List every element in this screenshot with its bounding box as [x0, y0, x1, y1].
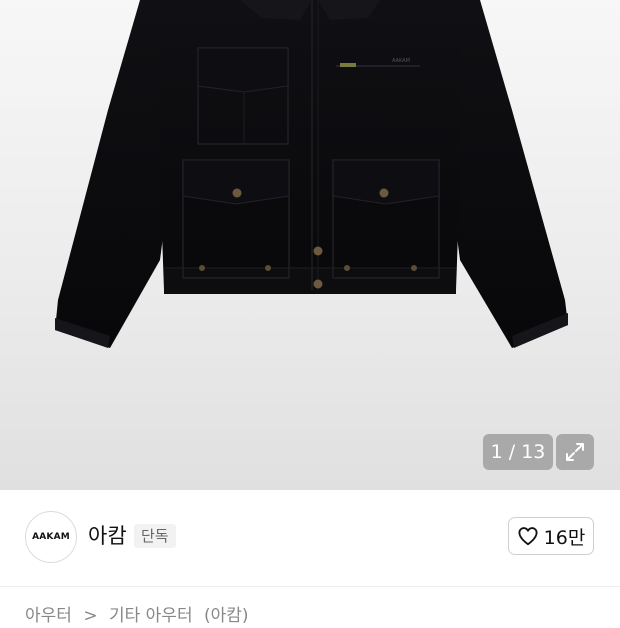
product-gallery[interactable]: AAKAM 1 / 13 — [0, 0, 620, 490]
heart-icon — [518, 527, 538, 546]
exclusive-badge: 단독 — [134, 524, 176, 548]
breadcrumb-item-outer[interactable]: 아우터 — [25, 606, 72, 626]
image-counter: 1 / 13 — [483, 434, 553, 470]
expand-button[interactable] — [556, 434, 594, 470]
breadcrumb: 아우터 > 기타 아우터 (아캄) — [25, 604, 255, 628]
like-button[interactable]: 16만 — [508, 517, 594, 555]
breadcrumb-item-brand[interactable]: (아캄) — [204, 606, 249, 626]
product-image[interactable]: AAKAM — [0, 0, 620, 490]
brand-logo-text: AAKAM — [32, 532, 70, 542]
breadcrumb-separator: > — [83, 606, 98, 626]
svg-text:AAKAM: AAKAM — [392, 58, 410, 64]
brand-name[interactable]: 아캄 — [88, 522, 127, 550]
brand-logo[interactable]: AAKAM — [25, 511, 77, 563]
divider — [0, 586, 620, 587]
like-count: 16만 — [543, 526, 586, 549]
expand-icon — [566, 443, 584, 461]
breadcrumb-item-other-outer[interactable]: 기타 아우터 — [109, 606, 193, 626]
